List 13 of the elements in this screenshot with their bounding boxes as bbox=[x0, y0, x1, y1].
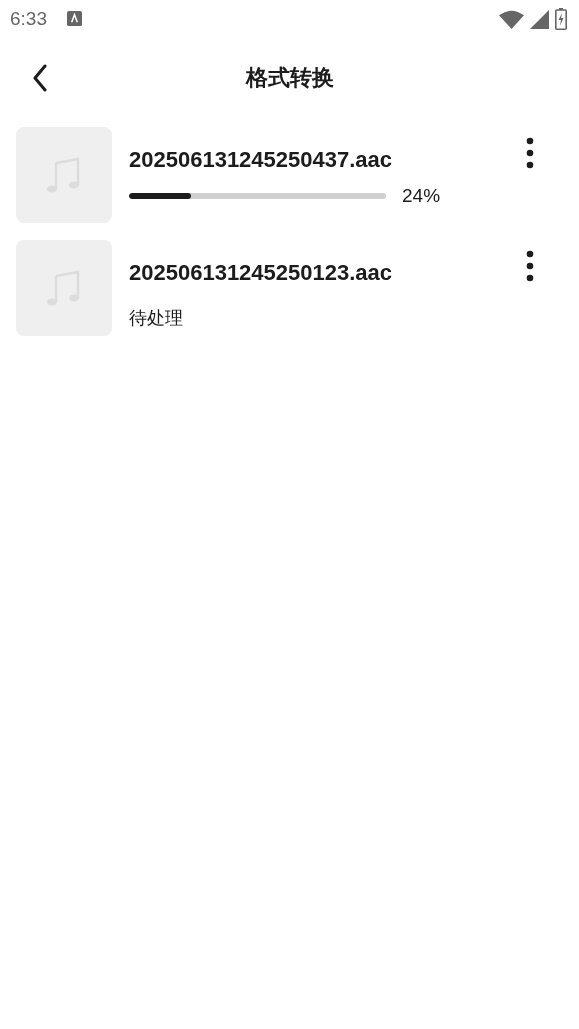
signal-icon bbox=[530, 9, 549, 29]
file-name: 202506131245250123.aac bbox=[129, 260, 394, 286]
more-icon[interactable] bbox=[526, 250, 534, 282]
progress-percent: 24% bbox=[402, 185, 441, 207]
status-time: 6:33 bbox=[10, 8, 47, 30]
battery-charging-icon bbox=[555, 8, 567, 30]
back-icon[interactable] bbox=[32, 64, 48, 92]
file-name: 202506131245250437.aac bbox=[129, 147, 394, 173]
wifi-icon bbox=[499, 9, 524, 29]
more-icon[interactable] bbox=[526, 137, 534, 169]
page-title: 格式转换 bbox=[245, 64, 334, 92]
status-text: 待处理 bbox=[129, 306, 184, 330]
notification-icon bbox=[67, 10, 82, 26]
